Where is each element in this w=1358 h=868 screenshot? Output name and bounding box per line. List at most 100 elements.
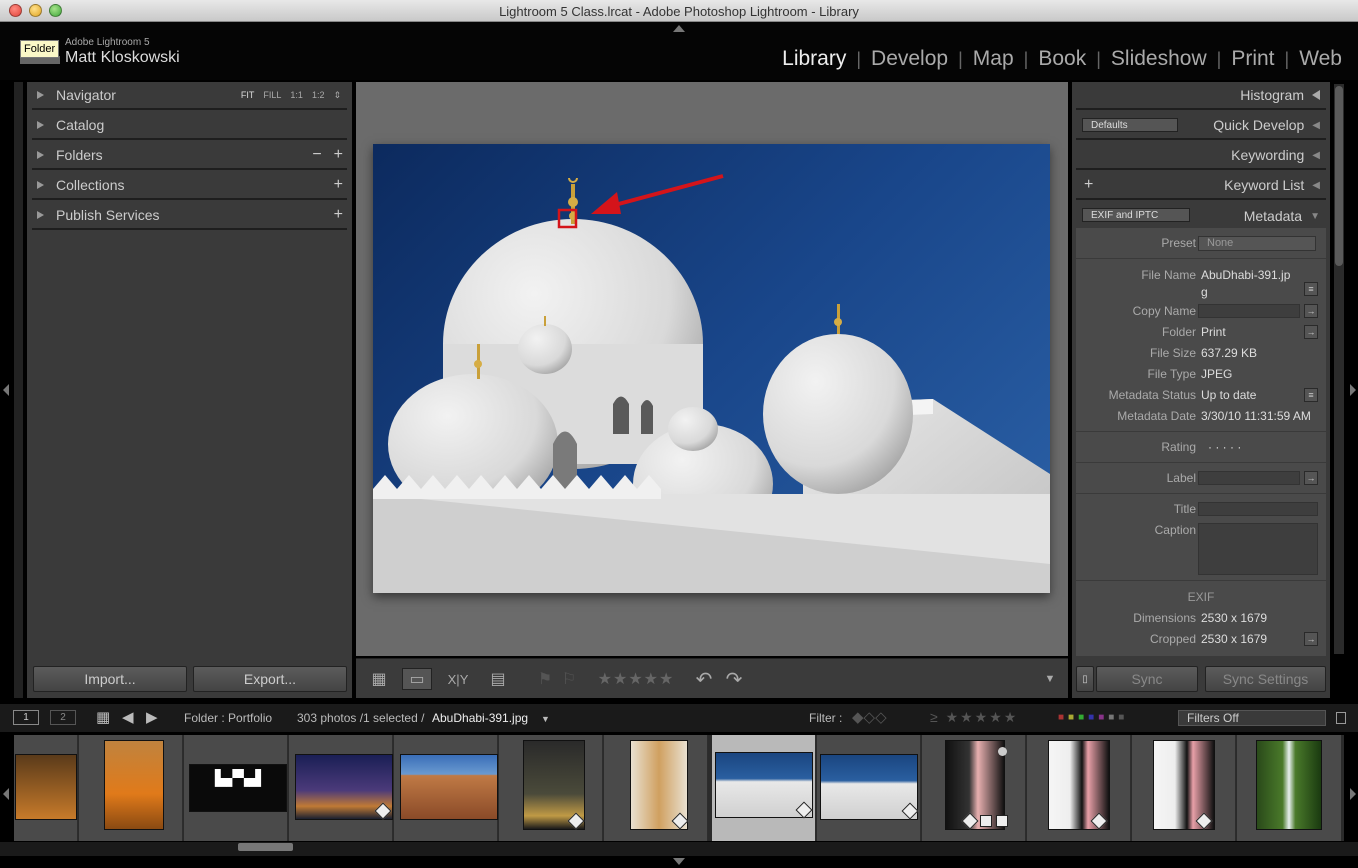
label-field[interactable] [1198, 471, 1300, 485]
collapse-right-panel-arrow[interactable] [1350, 384, 1356, 396]
grid-view-icon[interactable]: ▦ [364, 668, 394, 690]
folders-panel-header[interactable]: Folders − + [32, 142, 347, 170]
label-action-icon[interactable]: → [1304, 471, 1318, 485]
quick-develop-preset-select[interactable]: Defaults [1082, 118, 1178, 132]
module-develop[interactable]: Develop [861, 47, 958, 71]
caption-field[interactable] [1198, 523, 1318, 575]
keywording-panel-header[interactable]: Keywording ◀ [1076, 142, 1326, 170]
rating-value[interactable]: · · · · · [1208, 440, 1241, 454]
metadata-preset-select[interactable]: EXIF and IPTC [1082, 208, 1190, 222]
copy-name-action-icon[interactable]: → [1304, 304, 1318, 318]
filmstrip-cell[interactable] [79, 735, 183, 841]
secondary-window-button[interactable]: 2 [50, 710, 76, 725]
thumbnail-logo[interactable]: ▙▞▚▟ [190, 765, 286, 811]
color-filter-blue-icon[interactable]: ■ [1088, 712, 1098, 723]
quick-develop-panel-header[interactable]: Defaults Quick Develop ◀ [1076, 112, 1326, 140]
zoom-stepper-icon[interactable]: ⇕ [333, 90, 341, 101]
rotate-left-icon[interactable]: ↶ [692, 668, 716, 691]
import-button[interactable]: Import... [33, 666, 187, 692]
collapse-top-panel-arrow[interactable] [673, 25, 685, 32]
collections-panel-header[interactable]: Collections + [32, 172, 347, 200]
thumbnail-waterfall[interactable] [1257, 741, 1321, 829]
folder-action-icon[interactable]: → [1304, 325, 1318, 339]
filmstrip-cell[interactable] [922, 735, 1026, 841]
file-name-action-icon[interactable]: ≡ [1304, 282, 1318, 296]
sync-settings-button[interactable]: Sync Settings [1205, 666, 1326, 692]
collapse-filmstrip-arrow[interactable] [673, 858, 685, 865]
module-library[interactable]: Library [772, 47, 856, 71]
add-folder-icon[interactable]: + [334, 146, 343, 164]
module-print[interactable]: Print [1221, 47, 1284, 71]
color-filter-other-icon[interactable]: ■ [1118, 712, 1128, 723]
color-filter-none-icon[interactable]: ■ [1108, 712, 1118, 723]
export-button[interactable]: Export... [193, 666, 347, 692]
back-arrow-icon[interactable]: ◀ [122, 708, 134, 726]
zoom-fill[interactable]: FILL [263, 90, 281, 100]
preset-select[interactable]: None [1198, 236, 1316, 251]
color-label-filter[interactable]: ■■■■■■■ [1058, 712, 1128, 723]
main-window-button[interactable]: 1 [13, 710, 39, 725]
zoom-1-1[interactable]: 1:1 [290, 90, 303, 100]
filmstrip-cell[interactable] [1027, 735, 1131, 841]
forward-arrow-icon[interactable]: ▶ [146, 708, 158, 726]
remove-folder-icon[interactable]: − [312, 146, 321, 164]
collapse-left-panel-arrow[interactable] [3, 384, 9, 396]
filmstrip-right-arrow[interactable] [1350, 788, 1356, 800]
compare-view-icon[interactable]: X|Y [442, 668, 474, 690]
zoom-fit[interactable]: FIT [241, 90, 255, 100]
filmstrip-cell[interactable] [289, 735, 393, 841]
copy-name-field[interactable] [1198, 304, 1300, 318]
sync-button[interactable]: Sync [1096, 666, 1198, 692]
left-panel-scrollbar[interactable] [14, 82, 23, 698]
selected-filename[interactable]: AbuDhabi-391.jpg [432, 711, 528, 725]
filmstrip-cell[interactable] [394, 735, 498, 841]
title-field[interactable] [1198, 502, 1318, 516]
color-filter-purple-icon[interactable]: ■ [1098, 712, 1108, 723]
star-rating[interactable]: ★★★★★ [592, 668, 680, 690]
filmstrip-scrollbar[interactable] [0, 842, 1358, 856]
thumbnail-desert[interactable] [401, 755, 497, 819]
right-panel-scroll-thumb[interactable] [1335, 86, 1343, 266]
module-book[interactable]: Book [1028, 47, 1096, 71]
rating-filter[interactable]: ≥ ★★★★★ [930, 709, 1018, 726]
keyword-list-panel-header[interactable]: + Keyword List ◀ [1076, 172, 1326, 200]
metadata-panel-header[interactable]: EXIF and IPTC Metadata ▼ [1076, 202, 1326, 230]
filmstrip-cell[interactable] [499, 735, 603, 841]
add-collection-icon[interactable]: + [334, 176, 343, 194]
filmstrip-cell[interactable] [1237, 735, 1341, 841]
histogram-panel-header[interactable]: Histogram [1076, 82, 1326, 110]
flag-reject-icon[interactable]: ⚐ [560, 668, 578, 690]
main-photo[interactable] [373, 144, 1050, 593]
filename-menu-icon[interactable]: ▼ [541, 714, 550, 724]
filmstrip-scroll-thumb[interactable] [238, 843, 293, 851]
thumbnail-child-pumpkin[interactable] [105, 741, 163, 829]
filter-preset-select[interactable]: Filters Off [1178, 710, 1326, 726]
filmstrip-cell[interactable] [14, 735, 78, 841]
add-publish-service-icon[interactable]: + [334, 206, 343, 224]
navigator-panel-header[interactable]: Navigator FIT FILL 1:1 1:2 ⇕ [32, 82, 347, 110]
filmstrip-left-arrow[interactable] [3, 788, 9, 800]
module-map[interactable]: Map [963, 47, 1024, 71]
thumbnail-pumpkins[interactable] [16, 755, 76, 819]
grid-view-icon[interactable]: ▦ [96, 708, 110, 726]
filmstrip-cell[interactable] [1132, 735, 1236, 841]
color-filter-yellow-icon[interactable]: ■ [1068, 712, 1078, 723]
cropped-action-icon[interactable]: → [1304, 632, 1318, 646]
file-name-value-line1[interactable]: AbuDhabi-391.jp [1201, 268, 1290, 282]
filmstrip-cell[interactable] [817, 735, 921, 841]
filmstrip-cell[interactable]: ▙▞▚▟ [184, 735, 288, 841]
color-filter-green-icon[interactable]: ■ [1078, 712, 1088, 723]
filter-lock-icon[interactable] [1336, 712, 1346, 724]
filmstrip-cell[interactable] [604, 735, 708, 841]
rotate-right-icon[interactable]: ↷ [722, 668, 746, 691]
filmstrip-source[interactable]: Folder : Portfolio [184, 711, 272, 725]
metadata-status-action-icon[interactable]: ≡ [1304, 388, 1318, 402]
module-slideshow[interactable]: Slideshow [1101, 47, 1217, 71]
flag-filter-icon[interactable]: ◆◇◇ [852, 708, 887, 726]
loupe-view-icon[interactable]: ▭ [402, 668, 432, 690]
catalog-panel-header[interactable]: Catalog [32, 112, 347, 140]
zoom-1-2[interactable]: 1:2 [312, 90, 325, 100]
survey-view-icon[interactable]: ▤ [482, 668, 514, 690]
module-web[interactable]: Web [1289, 47, 1352, 71]
flag-pick-icon[interactable]: ⚑ [536, 668, 554, 690]
